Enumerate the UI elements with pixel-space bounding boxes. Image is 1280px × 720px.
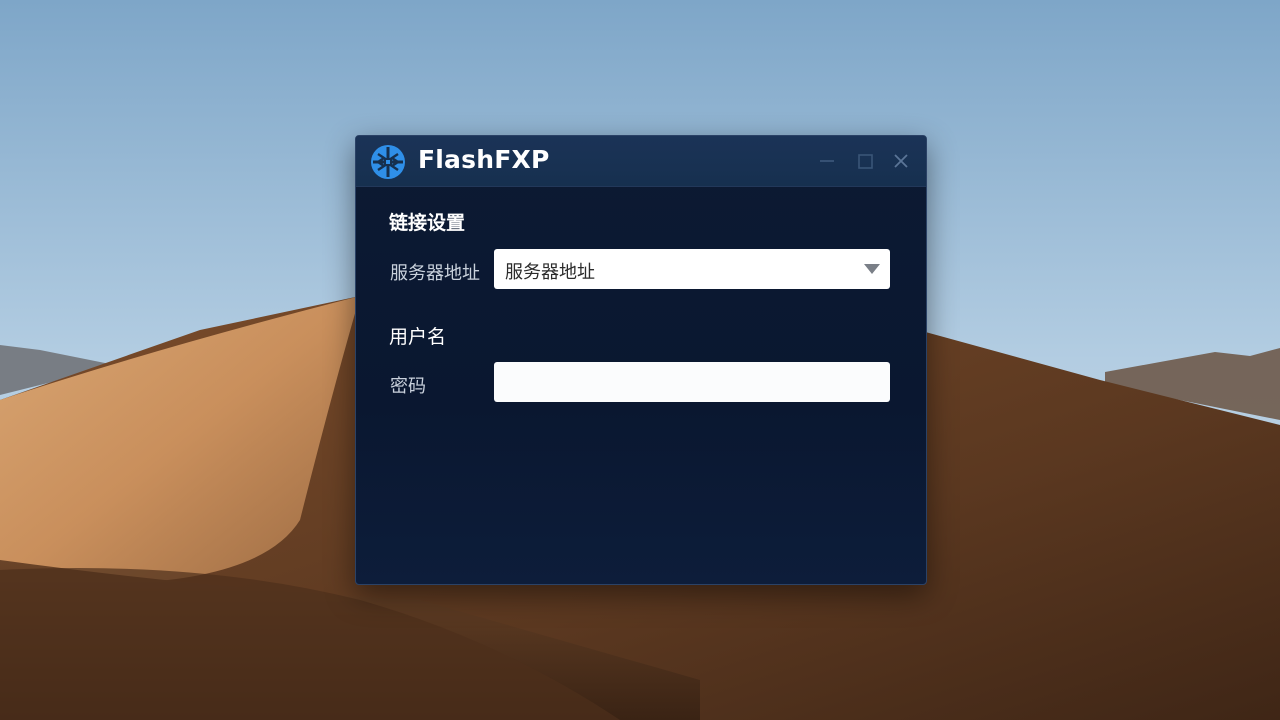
- window-title: FlashFXP: [418, 145, 550, 174]
- connection-settings-heading: 链接设置: [389, 212, 466, 234]
- password-label: 密码: [390, 376, 426, 397]
- window-titlebar[interactable]: FlashFXP: [356, 136, 926, 187]
- server-address-select[interactable]: 服务器地址: [494, 249, 890, 289]
- minimize-icon: [820, 160, 834, 162]
- password-input[interactable]: [494, 362, 890, 402]
- server-address-label: 服务器地址: [390, 263, 480, 284]
- flashfxp-logo-icon: [371, 145, 405, 179]
- chevron-down-icon: [864, 264, 880, 274]
- flashfxp-connection-window: FlashFXP 链接设置 服务器地址 服务器地址 用户名 密码: [355, 135, 927, 585]
- username-label: 用户名: [389, 326, 447, 348]
- maximize-button[interactable]: [852, 148, 878, 174]
- maximize-icon: [858, 154, 873, 169]
- close-button[interactable]: [888, 148, 914, 174]
- close-icon: [894, 154, 908, 168]
- server-address-value: 服务器地址: [505, 262, 595, 283]
- minimize-button[interactable]: [814, 148, 840, 174]
